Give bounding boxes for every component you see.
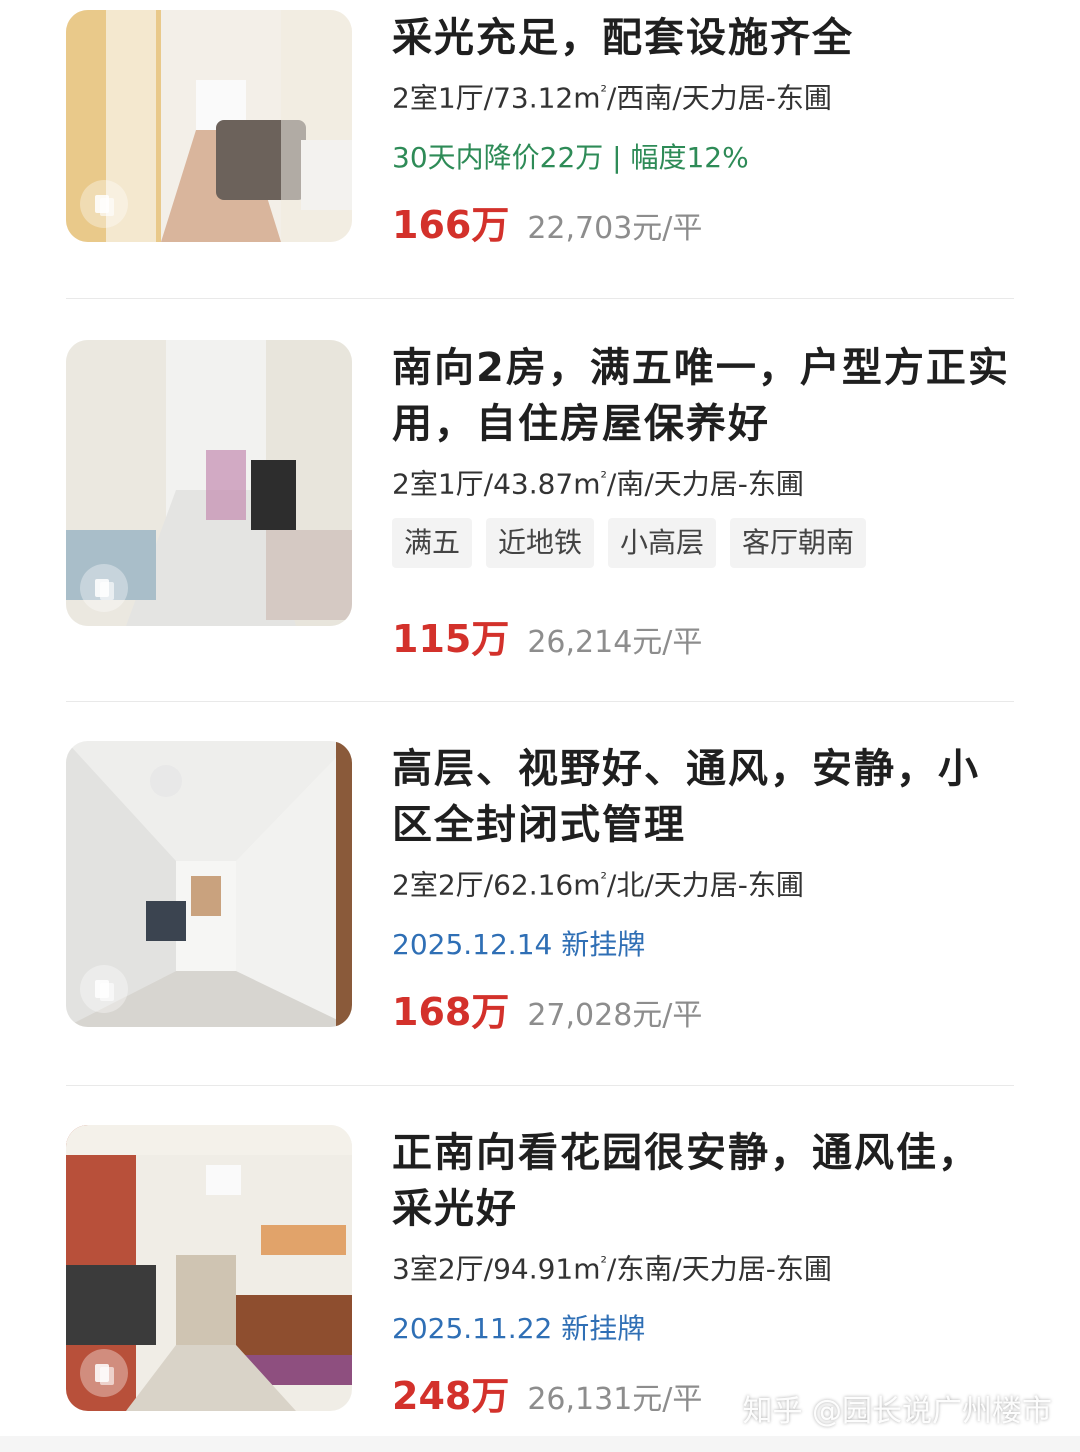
total-price: 166万 [392, 203, 510, 248]
listing-title: 采光充足，配套设施齐全 [392, 15, 854, 61]
total-price: 168万 [392, 990, 510, 1035]
listing-photo-3[interactable] [66, 741, 352, 1027]
total-price: 115万 [392, 617, 510, 662]
tag: 近地铁 [486, 518, 595, 569]
listing-info: 南向2房，满五唯一，户型方正实用，自住房屋保养好 2室1厅/43.87m²/南/… [392, 340, 1014, 663]
listing-info: 采光充足，配套设施齐全 2室1厅/73.12m²/西南/天力居-东圃 30天内降… [392, 10, 1014, 249]
listing-info: 高层、视野好、通风，安静，小区全封闭式管理 2室2厅/62.16m²/北/天力居… [392, 741, 1014, 1036]
listing-card-2[interactable]: 南向2房，满五唯一，户型方正实用，自住房屋保养好 2室1厅/43.87m²/南/… [66, 340, 1014, 663]
unit-price: 26,131元/平 [527, 1382, 703, 1418]
listing-photo-1[interactable] [66, 10, 352, 242]
vr-tour-icon [80, 180, 128, 228]
listing-meta: 2室1厅/73.12m²/西南/天力居-东圃 [392, 81, 832, 115]
unit-price: 22,703元/平 [527, 211, 703, 247]
tag: 客厅朝南 [730, 518, 867, 569]
listing-card-1[interactable]: 采光充足，配套设施齐全 2室1厅/73.12m²/西南/天力居-东圃 30天内降… [66, 10, 1014, 249]
listing-info: 正南向看花园很安静，通风佳，采光好 3室2厅/94.91m²/东南/天力居-东圃… [392, 1125, 1014, 1420]
listing-meta: 3室2厅/94.91m²/东南/天力居-东圃 [392, 1252, 832, 1286]
unit-price: 27,028元/平 [527, 998, 703, 1034]
price-drop-note: 30天内降价22万 | 幅度12% [392, 141, 749, 175]
tag: 小高层 [608, 518, 717, 569]
vr-tour-icon [80, 564, 128, 612]
zhihu-watermark: 知乎 @园长说广州楼市 [742, 1394, 1052, 1429]
listing-title: 正南向看花园很安静，通风佳，采光好 [392, 1130, 980, 1232]
listing-meta: 2室1厅/43.87m²/南/天力居-东圃 [392, 467, 804, 501]
price-row: 115万 26,214元/平 [392, 608, 1014, 663]
listing-card-3[interactable]: 高层、视野好、通风，安静，小区全封闭式管理 2室2厅/62.16m²/北/天力居… [66, 741, 1014, 1036]
listing-title: 高层、视野好、通风，安静，小区全封闭式管理 [392, 746, 980, 848]
feature-tags: 满五 近地铁 小高层 客厅朝南 [392, 518, 1014, 569]
divider [66, 701, 1014, 702]
price-row: 168万 27,028元/平 [392, 981, 1014, 1036]
divider [66, 1085, 1014, 1086]
listing-title: 南向2房，满五唯一，户型方正实用，自住房屋保养好 [392, 345, 1010, 447]
bottom-bar [0, 1436, 1080, 1452]
tag: 满五 [392, 518, 473, 569]
vr-tour-icon [80, 965, 128, 1013]
unit-price: 26,214元/平 [527, 625, 703, 661]
new-listing-date: 2025.11.22 新挂牌 [392, 1312, 646, 1346]
listing-meta: 2室2厅/62.16m²/北/天力居-东圃 [392, 868, 804, 902]
listing-photo-4[interactable] [66, 1125, 352, 1411]
total-price: 248万 [392, 1374, 510, 1419]
listing-photo-2[interactable] [66, 340, 352, 626]
vr-tour-icon [80, 1349, 128, 1397]
divider [66, 298, 1014, 299]
price-row: 166万 22,703元/平 [392, 194, 1014, 249]
new-listing-date: 2025.12.14 新挂牌 [392, 928, 646, 962]
listing-card-4[interactable]: 正南向看花园很安静，通风佳，采光好 3室2厅/94.91m²/东南/天力居-东圃… [66, 1125, 1014, 1420]
